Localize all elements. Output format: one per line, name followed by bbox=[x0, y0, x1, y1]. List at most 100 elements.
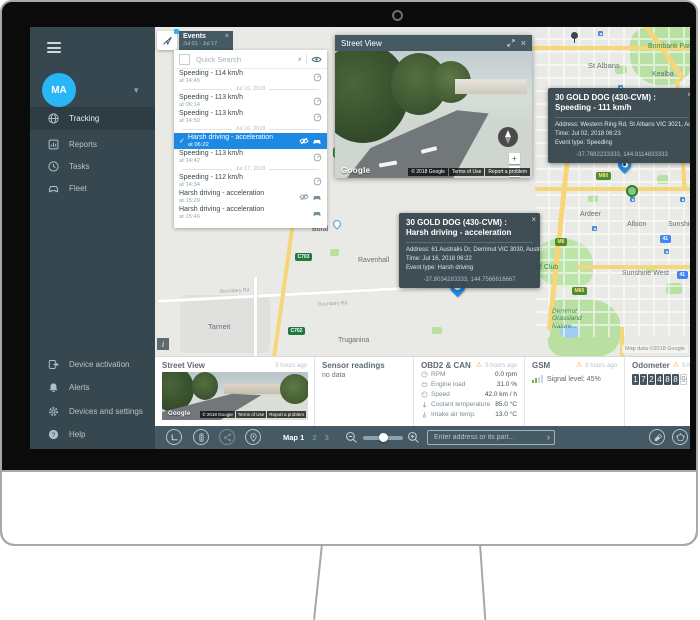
event-list-item[interactable]: Speeding - 114 km/hat 14:45 bbox=[174, 69, 327, 85]
poi-pin-button[interactable] bbox=[245, 429, 261, 445]
event-list-item[interactable]: Speeding - 112 km/hat 14:34 bbox=[174, 173, 327, 189]
eye-off-icon[interactable] bbox=[299, 193, 309, 201]
sidebar-item-alerts[interactable]: Alerts bbox=[30, 376, 155, 399]
car-icon bbox=[48, 183, 59, 194]
event-list-item-selected[interactable]: ✓ Harsh driving - accelerationat 06:22 bbox=[174, 133, 327, 149]
report-problem-link[interactable]: Report a problem bbox=[485, 168, 530, 176]
route-shield-c703: C703 bbox=[295, 253, 312, 261]
map-label-kealba: Kealba bbox=[652, 71, 674, 78]
sidebar-item-device-activation[interactable]: Device activation bbox=[30, 353, 155, 376]
map-label-ardeer: Ardeer bbox=[580, 211, 601, 218]
tooltip-title: 30 GOLD DOG (430-CVM) : Harsh driving - … bbox=[406, 218, 533, 243]
event-list-item[interactable]: Harsh driving - accelerationat 15:46 bbox=[174, 205, 327, 221]
close-icon[interactable]: × bbox=[521, 38, 526, 48]
quick-search-input[interactable] bbox=[194, 54, 293, 65]
tooltip-address: Address: 61 Australis Dr, Derrimut VIC 3… bbox=[406, 246, 533, 255]
chevron-down-icon[interactable]: ▾ bbox=[134, 85, 139, 96]
event-time: at 15:46 bbox=[179, 214, 309, 220]
street-view-thumbnail[interactable]: Google © 2018 Google Terms of Use Report… bbox=[162, 372, 308, 420]
expand-icon[interactable] bbox=[507, 39, 515, 47]
date-divider: Jul 16, 2018 bbox=[174, 125, 327, 133]
sidebar-item-label: Device activation bbox=[69, 360, 129, 369]
sidebar-item-fleet[interactable]: Fleet bbox=[30, 177, 155, 200]
sidebar-item-label: Fleet bbox=[69, 184, 87, 193]
gsm-widget[interactable]: GSM ⚠ 5 hours ago Signal level: 45% bbox=[525, 357, 625, 427]
address-search-input[interactable] bbox=[432, 433, 547, 442]
sensor-readings-widget[interactable]: Sensor readings no data bbox=[315, 357, 414, 427]
map-label-albion: Albion bbox=[627, 221, 646, 228]
map-attribution: Map data ©2018 Google bbox=[622, 345, 688, 353]
poi-marker-boral[interactable] bbox=[331, 218, 342, 229]
close-icon[interactable]: × bbox=[687, 90, 690, 99]
sidebar-item-label: Alerts bbox=[69, 383, 89, 392]
event-time: at 14:45 bbox=[179, 78, 310, 84]
poi-marker-green[interactable] bbox=[626, 185, 638, 197]
street-view-photo[interactable]: + − Google © 2018 Google Terms of Use Re… bbox=[335, 51, 532, 178]
event-title: Speeding - 114 km/h bbox=[179, 70, 310, 78]
zoom-out-icon[interactable] bbox=[345, 431, 358, 444]
transit-stop-icon bbox=[630, 197, 635, 202]
sidebar-item-label: Tasks bbox=[69, 162, 89, 171]
app-screen: St Albans Brimbank Park Kealba Ardeer Al… bbox=[30, 27, 690, 449]
visibility-eye-icon[interactable] bbox=[311, 55, 322, 64]
compass-control[interactable] bbox=[498, 127, 518, 147]
sidebar-item-devices-and-settings[interactable]: Devices and settings bbox=[30, 400, 155, 423]
select-all-checkbox[interactable] bbox=[179, 54, 190, 65]
map-layer-1[interactable]: Map 1 bbox=[283, 433, 304, 442]
check-icon: ✓ bbox=[179, 137, 185, 145]
map-pin-dark[interactable] bbox=[571, 32, 578, 43]
terms-link[interactable]: Terms of Use bbox=[449, 168, 484, 176]
street-view-window-header[interactable]: Street View × bbox=[335, 35, 532, 51]
share-button[interactable] bbox=[219, 429, 235, 445]
events-tab[interactable]: Events × Jul 01 - Jul 17 bbox=[179, 31, 233, 50]
sidebar-item-tasks[interactable]: Tasks bbox=[30, 155, 155, 178]
event-title: Speeding - 112 km/h bbox=[179, 174, 310, 182]
geofence-tool-button[interactable] bbox=[672, 429, 688, 445]
map-layer-3[interactable]: 3 bbox=[325, 433, 329, 442]
map-layer-switcher[interactable]: Map 1 2 3 bbox=[283, 433, 329, 442]
eraser-tool-button[interactable] bbox=[649, 429, 665, 445]
monitor-illustration: St Albans Brimbank Park Kealba Ardeer Al… bbox=[0, 0, 700, 619]
terms-link[interactable]: Terms of Use bbox=[236, 411, 267, 418]
map-layer-2[interactable]: 2 bbox=[312, 433, 316, 442]
obd2-can-widget[interactable]: OBD2 & CAN ⚠ 5 hours ago RPM0.0 rpm Engi… bbox=[414, 357, 525, 427]
event-title: Speeding - 113 km/h bbox=[179, 150, 310, 158]
search-go-icon[interactable]: › bbox=[547, 433, 550, 442]
map-info-button[interactable]: i bbox=[157, 338, 169, 350]
zoom-in-button[interactable]: + bbox=[509, 153, 520, 164]
odometer-digit: 2 bbox=[648, 374, 655, 385]
widget-timestamp: 5 hours ago bbox=[682, 363, 690, 369]
odometer-widget[interactable]: Odometer ⚠ 5 hours ago 1 7 2 4 8 8 9 bbox=[625, 357, 690, 427]
obd-row: RPM0.0 rpm bbox=[421, 370, 517, 380]
map-road bbox=[578, 265, 690, 269]
close-icon[interactable]: × bbox=[225, 33, 229, 40]
zoom-slider-handle[interactable] bbox=[379, 433, 388, 442]
navigation-arrow-icon bbox=[162, 35, 173, 46]
speedometer-icon bbox=[313, 113, 322, 122]
sidebar-item-help[interactable]: ? Help bbox=[30, 423, 155, 446]
zoom-in-icon[interactable] bbox=[407, 431, 420, 444]
widgets-bar: Street View 5 hours ago Google © 2018 Go… bbox=[155, 356, 690, 427]
street-view-widget[interactable]: Street View 5 hours ago Google © 2018 Go… bbox=[155, 357, 315, 427]
sidebar-item-tracking[interactable]: Tracking bbox=[30, 107, 155, 130]
report-problem-link[interactable]: Report a problem bbox=[267, 411, 306, 418]
street-view-tree bbox=[280, 374, 308, 404]
eye-off-icon[interactable] bbox=[299, 137, 309, 145]
clear-search-icon[interactable]: × bbox=[297, 55, 302, 64]
event-list-item[interactable]: Speeding - 113 km/hat 06:14 bbox=[174, 93, 327, 109]
menu-hamburger-button[interactable] bbox=[47, 42, 61, 56]
traffic-layer-button[interactable] bbox=[193, 429, 209, 445]
map-park bbox=[432, 327, 442, 334]
speedometer-icon bbox=[313, 73, 322, 82]
event-tooltip-speeding: × 30 GOLD DOG (430-CVM) : Speeding - 111… bbox=[548, 88, 690, 163]
tracking-arrow-button[interactable] bbox=[157, 31, 177, 50]
event-list-item[interactable]: Harsh driving - accelerationat 15:29 bbox=[174, 189, 327, 205]
close-icon[interactable]: × bbox=[531, 215, 536, 224]
event-list-item[interactable]: Speeding - 113 km/hat 14:50 bbox=[174, 109, 327, 125]
avatar[interactable]: MA bbox=[42, 73, 76, 107]
ruler-tool-button[interactable] bbox=[166, 429, 182, 445]
sidebar-item-reports[interactable]: Reports bbox=[30, 133, 155, 156]
map-label-brimbank-park: Brimbank Park bbox=[648, 43, 690, 50]
event-list-item[interactable]: Speeding - 113 km/hat 14:42 bbox=[174, 149, 327, 165]
transit-stop-icon bbox=[598, 31, 603, 36]
